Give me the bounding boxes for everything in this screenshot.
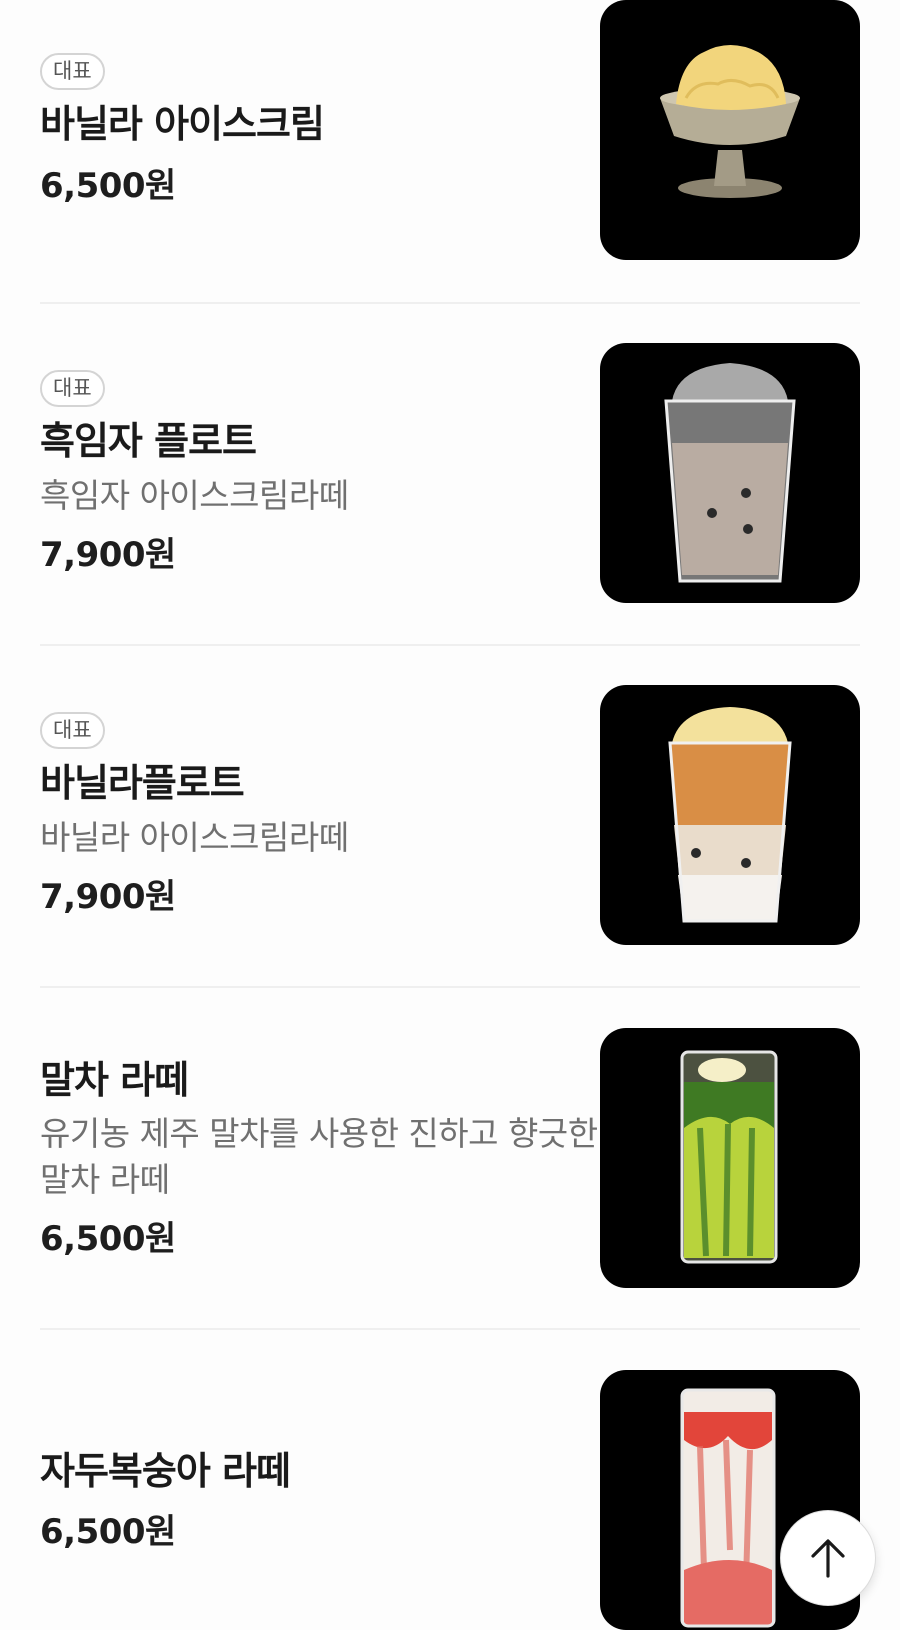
menu-item-text: 대표 바닐라플로트 바닐라 아이스크림라떼 7,900원 — [40, 712, 600, 918]
menu-item-price: 7,900원 — [40, 534, 176, 575]
menu-item-name: 바닐라 아이스크림 — [40, 102, 325, 147]
menu-item-price: 7,900원 — [40, 876, 176, 917]
black-sesame-float-image — [664, 363, 796, 583]
vanilla-float-image — [668, 707, 792, 923]
divider — [40, 986, 860, 988]
menu-item-name: 흑임자 플로트 — [40, 419, 257, 464]
signature-badge: 대표 — [40, 53, 105, 91]
menu-item-name: 자두복숭아 라떼 — [40, 1448, 291, 1493]
menu-item-price: 6,500원 — [40, 165, 176, 206]
matcha-latte-image — [680, 1050, 778, 1264]
menu-item-text: 말차 라떼 유기농 제주 말차를 사용한 진하고 향긋한 말차 라떼 6,500… — [40, 1056, 600, 1261]
menu-item-image[interactable] — [600, 0, 860, 260]
menu-item-matcha-latte[interactable]: 말차 라떼 유기농 제주 말차를 사용한 진하고 향긋한 말차 라떼 6,500… — [40, 1028, 860, 1288]
signature-badge: 대표 — [40, 712, 105, 750]
menu-item-black-sesame-float[interactable]: 대표 흑임자 플로트 흑임자 아이스크림라떼 7,900원 — [40, 343, 860, 603]
signature-badge: 대표 — [40, 370, 105, 408]
scroll-to-top-button[interactable] — [780, 1510, 876, 1606]
menu-item-description: 흑임자 아이스크림라떼 — [40, 475, 349, 515]
menu-item-description: 바닐라 아이스크림라떼 — [40, 817, 349, 857]
menu-item-name: 바닐라플로트 — [40, 761, 245, 806]
menu-item-vanilla-float[interactable]: 대표 바닐라플로트 바닐라 아이스크림라떼 7,900원 — [40, 685, 860, 945]
divider — [40, 644, 860, 646]
arrow-up-icon — [811, 1539, 845, 1578]
menu-item-image[interactable] — [600, 343, 860, 603]
menu-item-vanilla-ice-cream[interactable]: 대표 바닐라 아이스크림 6,500원 — [40, 0, 860, 260]
menu-item-text: 대표 바닐라 아이스크림 6,500원 — [40, 53, 600, 206]
divider — [40, 1328, 860, 1330]
menu-item-price: 6,500원 — [40, 1512, 176, 1553]
menu-item-plum-peach-latte[interactable]: 자두복숭아 라떼 6,500원 — [40, 1370, 860, 1630]
menu-item-text: 대표 흑임자 플로트 흑임자 아이스크림라떼 7,900원 — [40, 370, 600, 576]
menu-item-text: 자두복숭아 라떼 6,500원 — [40, 1447, 600, 1553]
vanilla-ice-cream-image — [660, 45, 800, 198]
menu-item-image[interactable] — [600, 1028, 860, 1288]
menu-item-description: 유기농 제주 말차를 사용한 진하고 향긋한 말차 라떼 — [40, 1114, 598, 1200]
divider — [40, 302, 860, 304]
menu-item-price: 6,500원 — [40, 1219, 176, 1260]
menu-item-image[interactable] — [600, 685, 860, 945]
menu-item-name: 말차 라떼 — [40, 1057, 189, 1102]
